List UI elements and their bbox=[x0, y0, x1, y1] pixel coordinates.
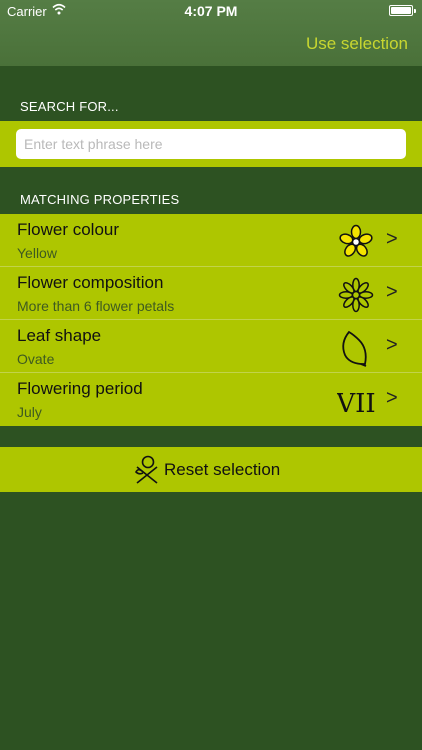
property-value: More than 6 flower petals bbox=[17, 298, 175, 314]
ovate-leaf-icon bbox=[342, 330, 367, 367]
properties-section-header: MATCHING PROPERTIES bbox=[20, 192, 180, 207]
battery-icon bbox=[389, 5, 416, 16]
roman-numeral-vii-icon: VII bbox=[337, 389, 375, 419]
reset-selection-button[interactable]: Reset selection bbox=[0, 447, 422, 492]
property-value: July bbox=[17, 404, 42, 420]
reset-selection-label: Reset selection bbox=[164, 460, 281, 479]
property-title: Flowering period bbox=[17, 379, 143, 398]
property-value: Ovate bbox=[17, 351, 55, 367]
top-bar: Carrier 4:07 PM Use selection bbox=[0, 0, 422, 66]
property-title: Flower composition bbox=[17, 273, 164, 292]
chevron-right-icon: > bbox=[386, 228, 398, 250]
use-selection-button[interactable]: Use selection bbox=[306, 34, 408, 54]
property-row-flowering-period[interactable]: Flowering period July VII > bbox=[0, 373, 422, 426]
status-bar: Carrier 4:07 PM bbox=[0, 0, 422, 22]
svg-text:VII: VII bbox=[337, 389, 375, 419]
property-row-leaf-shape[interactable]: Leaf shape Ovate > bbox=[0, 320, 422, 373]
screen: Carrier 4:07 PM Use selection SEARCH FOR… bbox=[0, 0, 422, 750]
yellow-flower-icon bbox=[339, 224, 373, 257]
many-petals-flower-icon bbox=[338, 277, 374, 313]
search-section-header: SEARCH FOR... bbox=[20, 99, 119, 114]
search-strip bbox=[0, 121, 422, 167]
property-row-flower-colour[interactable]: Flower colour Yellow > bbox=[0, 214, 422, 267]
chevron-right-icon: > bbox=[386, 334, 398, 356]
property-title: Leaf shape bbox=[17, 326, 102, 345]
status-time: 4:07 PM bbox=[184, 3, 238, 19]
property-row-flower-composition[interactable]: Flower composition More than 6 flower pe… bbox=[0, 267, 422, 320]
properties-list: Flower colour Yellow > Flower compositio… bbox=[0, 214, 422, 426]
search-input[interactable] bbox=[16, 129, 406, 159]
chevron-right-icon: > bbox=[386, 281, 398, 303]
reset-flower-icon bbox=[135, 455, 158, 484]
property-value: Yellow bbox=[17, 245, 57, 261]
property-title: Flower colour bbox=[17, 220, 120, 239]
chevron-right-icon: > bbox=[386, 387, 398, 409]
